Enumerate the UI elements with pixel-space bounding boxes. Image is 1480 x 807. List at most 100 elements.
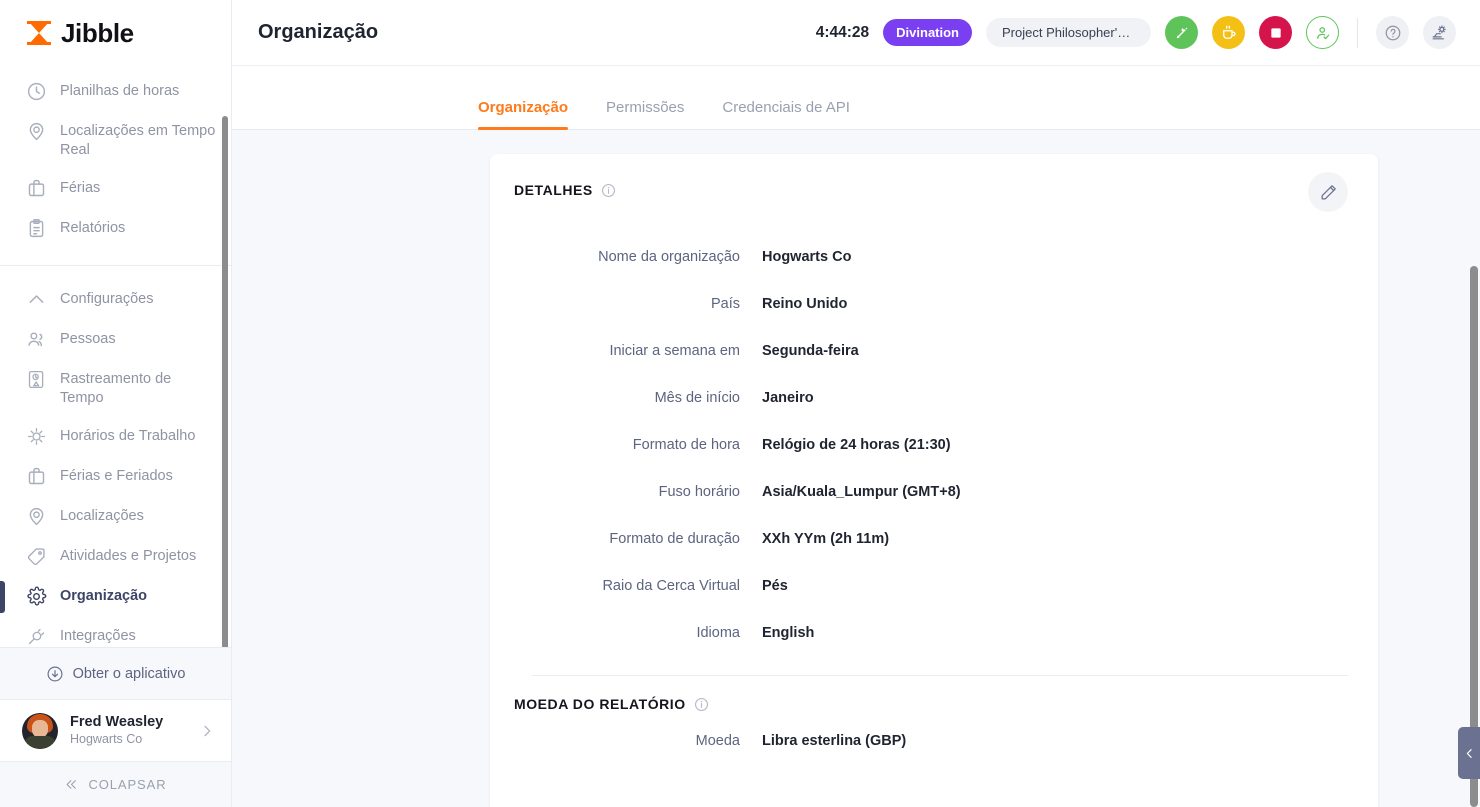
main-scrollbar[interactable] — [1470, 266, 1478, 807]
detail-value: Asia/Kuala_Lumpur (GMT+8) — [762, 484, 961, 500]
tab-organizacao[interactable]: Organização — [478, 99, 569, 130]
chevron-up-icon — [26, 289, 47, 310]
currency-row: Moeda Libra esterlina (GBP) — [514, 718, 1348, 765]
stop-button[interactable] — [1259, 16, 1292, 49]
briefcase-icon — [26, 178, 47, 199]
detail-label: Idioma — [696, 625, 740, 641]
stop-square-icon — [1268, 25, 1284, 41]
app-root: Jibble Planilhas de horas Localizações e… — [0, 0, 1480, 807]
activity-pill[interactable]: Divination — [883, 19, 972, 46]
download-icon — [46, 665, 64, 683]
sidebar-item-vacation[interactable]: Férias — [0, 169, 231, 209]
sidebar-item-label: Integrações — [60, 628, 136, 644]
sidebar-divider — [0, 265, 231, 266]
user-meta: Fred Weasley Hogwarts Co — [70, 713, 187, 748]
details-section-title: DETALHES — [514, 182, 593, 198]
details-card-header: DETALHES — [514, 172, 1348, 212]
main-area: Organização 4:44:28 Divination Project P… — [232, 0, 1480, 807]
sidebar-item-timesheets[interactable]: Planilhas de horas — [0, 72, 231, 112]
detail-label: Fuso horário — [658, 484, 740, 500]
brand-name: Jibble — [61, 17, 134, 48]
sidebar-item-label: Pessoas — [60, 331, 116, 347]
sidebar-item-settings[interactable]: Configurações — [0, 280, 231, 320]
page-title: Organização — [258, 21, 379, 43]
sidebar-item-locations[interactable]: Localizações — [0, 497, 231, 537]
right-panel-toggle[interactable] — [1458, 727, 1480, 779]
user-name: Fred Weasley — [70, 714, 164, 730]
settings-button[interactable] — [1423, 16, 1456, 49]
detail-row: Formato de hora Relógio de 24 horas (21:… — [514, 422, 1348, 469]
currency-rows: Moeda Libra esterlina (GBP) — [514, 718, 1348, 765]
sidebar-item-activities-projects[interactable]: Atividades e Projetos — [0, 537, 231, 577]
get-app-label: Obter o aplicativo — [72, 665, 186, 682]
collapse-sidebar-button[interactable]: COLAPSAR — [0, 761, 231, 807]
project-pill[interactable]: Project Philosopher's S... — [986, 18, 1151, 47]
sidebar-scrollbar[interactable] — [222, 116, 228, 647]
clock-out-button[interactable] — [1306, 16, 1339, 49]
time-tracking-icon — [26, 369, 47, 390]
detail-row: Formato de duração XXh YYm (2h 11m) — [514, 516, 1348, 563]
detail-value: Segunda-feira — [762, 343, 859, 359]
help-button[interactable] — [1376, 16, 1409, 49]
user-profile-row[interactable]: Fred Weasley Hogwarts Co — [0, 699, 231, 761]
detail-value: Janeiro — [762, 390, 814, 406]
pencil-icon — [1319, 183, 1338, 202]
sidebar-item-label: Férias e Feriados — [60, 468, 173, 484]
currency-section-title: MOEDA DO RELATÓRIO — [514, 696, 686, 712]
currency-section-title-wrap: MOEDA DO RELATÓRIO — [514, 696, 1348, 712]
detail-value: Reino Unido — [762, 296, 848, 312]
switch-activity-button[interactable] — [1165, 16, 1198, 49]
coffee-cup-icon — [1220, 24, 1238, 42]
sidebar-item-vacation-holidays[interactable]: Férias e Feriados — [0, 457, 231, 497]
tag-icon — [26, 546, 47, 567]
switch-activity-icon — [1173, 24, 1191, 42]
detail-row: País Reino Unido — [514, 281, 1348, 328]
gear-icon — [26, 586, 47, 607]
top-bar: Organização 4:44:28 Divination Project P… — [232, 0, 1480, 66]
sidebar-item-organization[interactable]: Organização — [0, 577, 231, 617]
info-circle-icon[interactable] — [601, 183, 616, 198]
brand-logo[interactable]: Jibble — [0, 0, 231, 66]
tab-permissoes[interactable]: Permissões — [606, 99, 684, 129]
sidebar-item-label: Horários de Trabalho — [60, 428, 196, 444]
details-rows: Nome da organização Hogwarts Co País Rei… — [514, 234, 1348, 657]
detail-label: Nome da organização — [598, 249, 740, 265]
organization-card: DETALHES Nome da organização Hogwarts Co… — [490, 154, 1378, 807]
sidebar-primary-group: Planilhas de horas Localizações em Tempo… — [0, 72, 231, 255]
sidebar-item-label: Planilhas de horas — [60, 83, 180, 99]
chevron-right-icon — [199, 723, 215, 739]
sidebar-item-time-tracking[interactable]: Rastreamento de Tempo — [0, 360, 231, 417]
tab-credenciais-de-api[interactable]: Credenciais de API — [722, 99, 850, 129]
collapse-label: COLAPSAR — [88, 777, 167, 792]
toolbar-divider — [1357, 17, 1358, 48]
sidebar-item-label: Configurações — [60, 291, 154, 307]
detail-row: Iniciar a semana em Segunda-feira — [514, 328, 1348, 375]
double-chevron-left-icon — [64, 777, 79, 792]
detail-label: Raio da Cerca Virtual — [602, 578, 740, 594]
people-icon — [26, 329, 47, 350]
sidebar-item-people[interactable]: Pessoas — [0, 320, 231, 360]
sidebar-item-label: Férias — [60, 180, 101, 196]
break-button[interactable] — [1212, 16, 1245, 49]
detail-row: Fuso horário Asia/Kuala_Lumpur (GMT+8) — [514, 469, 1348, 516]
details-section-title-wrap: DETALHES — [514, 182, 616, 198]
sidebar-item-work-schedules[interactable]: Horários de Trabalho — [0, 417, 231, 457]
info-circle-icon[interactable] — [694, 697, 709, 712]
question-circle-icon — [1384, 24, 1402, 42]
detail-value: XXh YYm (2h 11m) — [762, 531, 890, 547]
edit-details-button[interactable] — [1308, 172, 1348, 212]
sidebar-item-integrations[interactable]: Integrações — [0, 617, 231, 647]
currency-section: MOEDA DO RELATÓRIO Moeda Libra esterlina… — [514, 696, 1348, 765]
sidebar-item-live-locations[interactable]: Localizações em Tempo Real — [0, 112, 231, 169]
sidebar-item-reports[interactable]: Relatórios — [0, 209, 231, 249]
clock-icon — [26, 81, 47, 102]
detail-row: Mês de início Janeiro — [514, 375, 1348, 422]
person-check-icon — [1314, 24, 1332, 42]
get-app-button[interactable]: Obter o aplicativo — [0, 647, 231, 699]
timer-display: 4:44:28 — [815, 23, 870, 41]
sidebar-item-label: Organização — [60, 588, 148, 604]
sidebar-item-label: Localizações em Tempo Real — [60, 123, 216, 158]
gear-stack-icon — [1430, 23, 1449, 42]
jibble-hourglass-icon — [26, 20, 52, 46]
section-divider — [532, 675, 1348, 676]
